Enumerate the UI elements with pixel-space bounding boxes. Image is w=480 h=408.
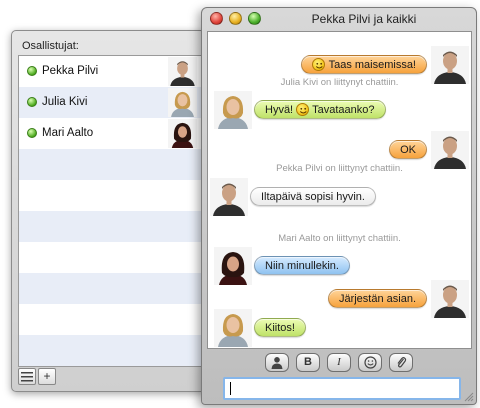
message-bubble: OK (389, 140, 427, 159)
zoom-button[interactable] (248, 12, 261, 25)
participant-row-pekka[interactable]: Pekka Pilvi (19, 56, 203, 87)
status-message: Mari Aalto on liittynyt chattiin. (278, 233, 401, 244)
participants-title: Osallistujat: (22, 40, 79, 52)
window-title: Pekka Pilvi ja kaikki (311, 12, 417, 26)
empty-row (19, 211, 203, 242)
title-bar[interactable]: Pekka Pilvi ja kaikki (202, 8, 476, 30)
message-input[interactable] (223, 377, 461, 400)
avatar (214, 91, 252, 129)
avatar (168, 57, 197, 86)
message-text: Kiitos! (265, 322, 295, 334)
avatar (210, 178, 248, 216)
empty-row (19, 180, 203, 211)
message-row: Kiitos! (208, 309, 471, 349)
message-bubble: Niin minullekin. (254, 256, 350, 275)
chat-window: Pekka Pilvi ja kaikki Taas maisemissa! J… (201, 7, 477, 405)
participant-name: Mari Aalto (42, 127, 94, 139)
message-text: OK (400, 144, 416, 156)
buddy-picture-button[interactable] (265, 353, 289, 372)
online-status-icon (27, 128, 37, 138)
avatar (168, 119, 197, 148)
empty-row (19, 242, 203, 273)
message-text: Hyvä! (265, 104, 294, 116)
bold-button[interactable]: B (296, 353, 320, 372)
person-icon (271, 357, 283, 369)
minimize-button[interactable] (229, 12, 242, 25)
close-button[interactable] (210, 12, 223, 25)
avatar (168, 88, 197, 117)
smiley-button[interactable] (358, 353, 382, 372)
attach-button[interactable] (389, 353, 413, 372)
online-status-icon (27, 97, 37, 107)
message-text: Niin minullekin. (265, 260, 339, 272)
empty-row (19, 335, 203, 366)
empty-row (19, 304, 203, 335)
status-message: Pekka Pilvi on liittynyt chattiin. (276, 163, 403, 174)
resize-grip-icon[interactable] (464, 392, 474, 402)
participant-name: Pekka Pilvi (42, 65, 99, 77)
paperclip-icon (397, 357, 407, 368)
drawer-toolbar: + (18, 368, 56, 385)
empty-row (19, 149, 203, 180)
empty-row (19, 366, 203, 367)
message-text: Iltapäivä sopisi hyvin. (261, 191, 365, 203)
message-bubble: Taas maisemissa! (300, 55, 427, 74)
participant-row-mari[interactable]: Mari Aalto (19, 118, 203, 149)
list-icon (21, 372, 33, 382)
message-text: Taas maisemissa! (328, 59, 416, 71)
message-bubble: Hyvä! Tavataanko? (254, 100, 386, 119)
avatar (214, 309, 252, 347)
add-participant-button[interactable]: + (38, 368, 56, 385)
participant-list[interactable]: Pekka Pilvi Julia Kivi Mari Aalto (18, 55, 204, 367)
participant-name: Julia Kivi (42, 96, 88, 108)
message-row: Iltapäivä sopisi hyvin. (208, 178, 471, 218)
italic-button[interactable]: I (327, 353, 351, 372)
participants-drawer: Osallistujat: Pekka Pilvi Julia Kivi Mar… (11, 30, 207, 392)
message-bubble: Iltapäivä sopisi hyvin. (250, 187, 376, 206)
status-message: Julia Kivi on liittynyt chattiin. (280, 77, 399, 88)
list-view-button[interactable] (18, 368, 36, 385)
text-caret (230, 382, 231, 395)
online-status-icon (27, 66, 37, 76)
message-bubble: Järjestän asian. (327, 289, 427, 308)
smiley-icon (296, 103, 310, 116)
message-text: Tavataanko? (312, 104, 375, 116)
message-bubble: Kiitos! (254, 318, 306, 337)
message-text: Järjestän asian. (338, 293, 416, 305)
smiley-outline-icon (363, 356, 377, 369)
smiley-icon (311, 58, 325, 71)
participant-row-julia[interactable]: Julia Kivi (19, 87, 203, 118)
format-toolbar: B I (202, 350, 476, 374)
chat-transcript[interactable]: Taas maisemissa! Julia Kivi on liittynyt… (207, 31, 472, 349)
message-row: Hyvä! Tavataanko? (208, 91, 471, 131)
empty-row (19, 273, 203, 304)
